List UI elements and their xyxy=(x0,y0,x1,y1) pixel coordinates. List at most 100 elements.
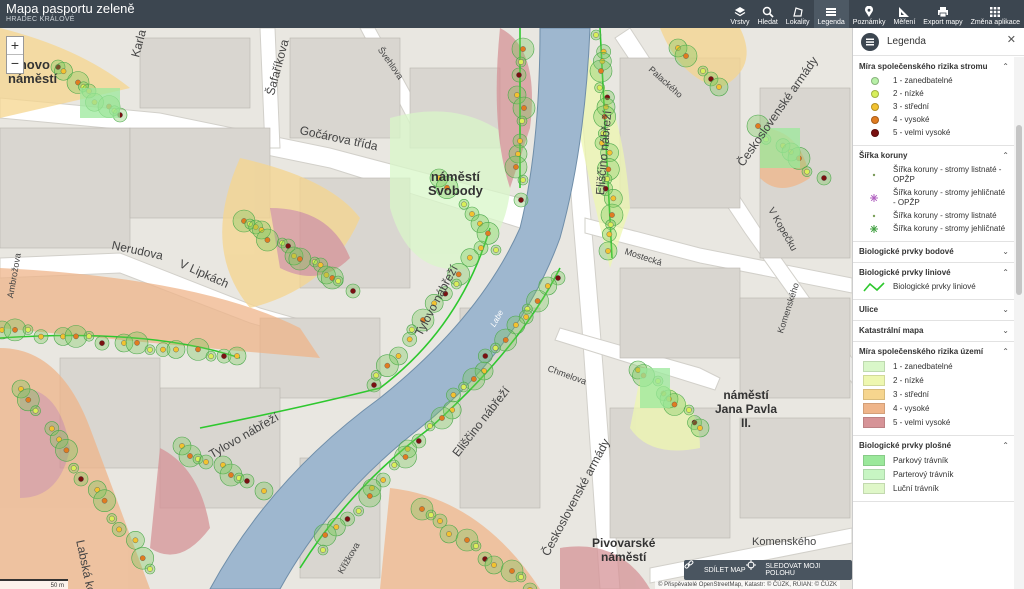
tree-marker[interactable] xyxy=(493,247,499,253)
tree-marker[interactable] xyxy=(322,532,328,538)
tree-marker[interactable] xyxy=(12,327,18,333)
chevron-down-icon[interactable]: ⌄ xyxy=(1002,304,1009,316)
tree-marker[interactable] xyxy=(99,340,105,346)
legend-section-header[interactable]: Biologické prvky liniové ⌃ xyxy=(859,267,1009,279)
tree-marker[interactable] xyxy=(73,333,79,340)
tree-marker[interactable] xyxy=(460,384,467,390)
tree-marker[interactable] xyxy=(264,237,271,243)
tree-marker[interactable] xyxy=(109,515,115,522)
tree-marker[interactable] xyxy=(521,105,527,111)
tree-marker[interactable] xyxy=(513,322,519,328)
tree-marker[interactable] xyxy=(609,212,615,218)
tree-marker[interactable] xyxy=(147,346,153,353)
tree-marker[interactable] xyxy=(469,211,475,217)
tree-marker[interactable] xyxy=(686,407,692,413)
tool-measure[interactable]: Měření xyxy=(889,0,919,28)
legend-section-header[interactable]: Míra společenského rizika území ⌃ xyxy=(859,346,1009,358)
tree-marker[interactable] xyxy=(471,376,477,382)
tree-marker[interactable] xyxy=(25,326,31,333)
tree-marker[interactable] xyxy=(716,84,722,90)
tool-notes[interactable]: Poznámky xyxy=(849,0,890,28)
tree-marker[interactable] xyxy=(534,298,541,304)
tree-marker[interactable] xyxy=(478,245,484,251)
tree-marker[interactable] xyxy=(446,531,452,537)
legend-section-header[interactable]: Ulice ⌄ xyxy=(859,304,1009,316)
legend-section-header[interactable]: Katastrální mapa ⌄ xyxy=(859,325,1009,337)
tool-layers[interactable]: Vrstvy xyxy=(726,0,753,28)
legend-scroll-thumb[interactable] xyxy=(1016,125,1022,295)
tree-marker[interactable] xyxy=(514,92,520,98)
tree-marker[interactable] xyxy=(203,459,209,465)
legend-section-header[interactable]: Biologické prvky plošné ⌃ xyxy=(859,440,1009,452)
tree-marker[interactable] xyxy=(371,382,377,388)
tree-marker[interactable] xyxy=(671,401,678,408)
tree-marker[interactable] xyxy=(395,353,402,359)
tree-marker[interactable] xyxy=(187,453,193,459)
tree-marker[interactable] xyxy=(373,372,379,379)
tree-marker[interactable] xyxy=(406,336,413,343)
tree-marker[interactable] xyxy=(607,221,614,228)
legend-section-header[interactable]: Míra společenského rizika stromu ⌃ xyxy=(859,61,1009,73)
tree-marker[interactable] xyxy=(518,574,524,580)
tree-marker[interactable] xyxy=(355,508,362,514)
tree-marker[interactable] xyxy=(228,472,234,478)
legend-scrollbar[interactable] xyxy=(1014,57,1024,589)
tree-marker[interactable] xyxy=(519,118,525,124)
tree-marker[interactable] xyxy=(384,362,391,369)
tree-marker[interactable] xyxy=(461,201,467,208)
tree-marker[interactable] xyxy=(116,526,122,533)
tree-marker[interactable] xyxy=(555,275,561,281)
tree-marker[interactable] xyxy=(804,168,810,175)
chevron-up-icon[interactable]: ⌃ xyxy=(1002,150,1009,162)
tree-marker[interactable] xyxy=(509,568,515,574)
tree-marker[interactable] xyxy=(63,447,70,454)
chevron-down-icon[interactable]: ⌄ xyxy=(1002,325,1009,337)
tree-marker[interactable] xyxy=(491,562,497,568)
close-icon[interactable]: ✕ xyxy=(1007,33,1016,46)
tree-marker[interactable] xyxy=(596,84,603,91)
tool-locations[interactable]: Lokality xyxy=(782,0,814,28)
track-location-button[interactable]: SLEDOVAT MOJI POLOHU xyxy=(746,560,852,580)
tree-marker[interactable] xyxy=(520,46,526,52)
tree-marker[interactable] xyxy=(700,68,706,74)
tree-marker[interactable] xyxy=(605,248,611,254)
zoom-out-button[interactable]: − xyxy=(7,55,23,73)
tree-marker[interactable] xyxy=(544,283,551,289)
tree-marker[interactable] xyxy=(473,543,479,549)
tool-export[interactable]: Export mapy xyxy=(919,0,966,28)
tree-marker[interactable] xyxy=(464,537,470,543)
chevron-up-icon[interactable]: ⌃ xyxy=(1002,346,1009,358)
chevron-up-icon[interactable]: ⌃ xyxy=(1002,61,1009,73)
tree-marker[interactable] xyxy=(320,547,326,553)
tree-marker[interactable] xyxy=(173,346,179,353)
tree-marker[interactable] xyxy=(598,68,604,74)
tree-marker[interactable] xyxy=(437,518,443,524)
tree-marker[interactable] xyxy=(518,59,524,65)
tree-marker[interactable] xyxy=(518,197,524,203)
tree-marker[interactable] xyxy=(450,392,457,398)
tree-marker[interactable] xyxy=(234,353,240,359)
tree-marker[interactable] xyxy=(428,512,434,518)
tree-marker[interactable] xyxy=(517,138,523,144)
tree-marker[interactable] xyxy=(344,516,351,522)
tree-marker[interactable] xyxy=(132,537,139,544)
chevron-down-icon[interactable]: ⌄ xyxy=(1002,246,1009,258)
tree-marker[interactable] xyxy=(606,231,613,238)
tree-marker[interactable] xyxy=(419,506,425,512)
tree-marker[interactable] xyxy=(86,333,92,340)
tree-marker[interactable] xyxy=(25,397,32,403)
tree-marker[interactable] xyxy=(492,345,499,351)
tree-marker[interactable] xyxy=(380,477,386,483)
tree-marker[interactable] xyxy=(139,555,146,561)
legend-section-header[interactable]: Šířka koruny ⌃ xyxy=(859,150,1009,162)
tree-marker[interactable] xyxy=(350,288,356,294)
chevron-up-icon[interactable]: ⌃ xyxy=(1002,267,1009,279)
tree-marker[interactable] xyxy=(523,314,529,320)
tree-marker[interactable] xyxy=(683,53,689,59)
tree-marker[interactable] xyxy=(697,425,703,431)
tree-marker[interactable] xyxy=(134,340,140,346)
tree-marker[interactable] xyxy=(297,256,303,262)
tree-marker[interactable] xyxy=(416,438,422,444)
tree-marker[interactable] xyxy=(147,566,153,572)
tree-marker[interactable] xyxy=(402,454,409,460)
